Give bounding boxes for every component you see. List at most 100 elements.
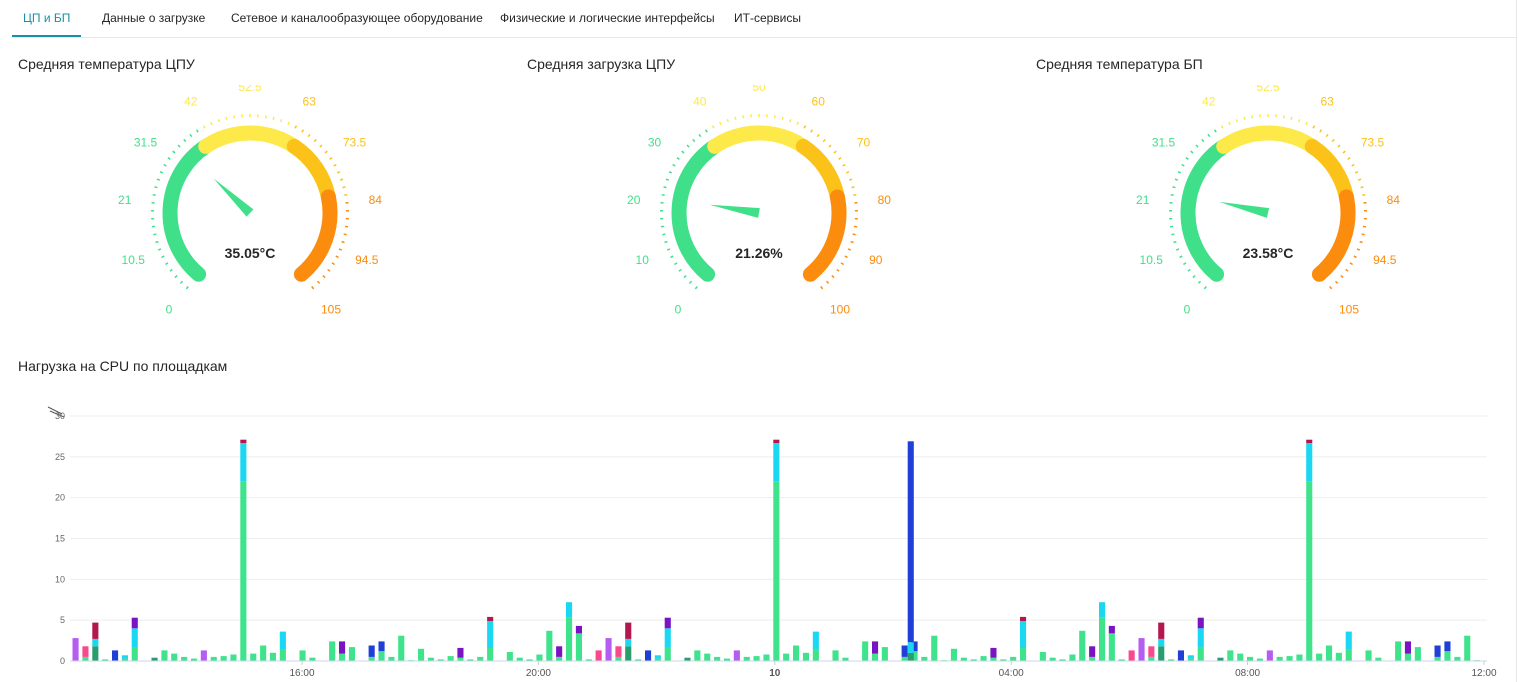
chart-bar-segment[interactable] xyxy=(1434,656,1441,661)
chart-bar-segment[interactable] xyxy=(457,647,464,658)
chart-bar-segment[interactable] xyxy=(901,656,908,661)
chart-bar-segment[interactable] xyxy=(595,650,602,661)
tab-it-services[interactable]: ИТ-сервисы xyxy=(734,0,801,36)
chart-bar-segment[interactable] xyxy=(1335,652,1342,661)
chart-bar-segment[interactable] xyxy=(477,656,484,661)
chart-bar-segment[interactable] xyxy=(773,442,780,482)
chart-bar-segment[interactable] xyxy=(1434,645,1441,657)
chart-bar-segment[interactable] xyxy=(1464,635,1471,661)
chart-bar-segment[interactable] xyxy=(1079,630,1086,661)
chart-bar-segment[interactable] xyxy=(566,602,573,618)
chart-bar-segment[interactable] xyxy=(131,628,138,648)
chart-bar-segment[interactable] xyxy=(556,656,563,661)
chart-bar-segment[interactable] xyxy=(907,441,914,643)
chart-bar-segment[interactable] xyxy=(339,653,346,661)
chart-bar-segment[interactable] xyxy=(907,652,914,661)
chart-bar-segment[interactable] xyxy=(92,646,99,661)
chart-bar-segment[interactable] xyxy=(645,650,652,661)
chart-bar-segment[interactable] xyxy=(181,656,188,661)
chart-bar-segment[interactable] xyxy=(733,650,740,661)
chart-bar-segment[interactable] xyxy=(1177,650,1184,661)
chart-bar-segment[interactable] xyxy=(901,645,908,657)
chart-bar-segment[interactable] xyxy=(743,656,750,661)
chart-bar-segment[interactable] xyxy=(487,621,494,648)
chart-bar-segment[interactable] xyxy=(1010,656,1017,661)
chart-bar-segment[interactable] xyxy=(1197,647,1204,661)
chart-bar-segment[interactable] xyxy=(990,647,997,658)
tab-network-equipment[interactable]: Сетевое и каналообразующее оборудование xyxy=(231,0,483,36)
chart-bar-segment[interactable] xyxy=(378,651,385,661)
chart-bar-segment[interactable] xyxy=(1020,647,1027,661)
chart-bar-segment[interactable] xyxy=(131,647,138,661)
chart-bar-segment[interactable] xyxy=(980,656,987,661)
tab-load-data[interactable]: Данные о загрузке xyxy=(102,0,205,36)
chart-bar-segment[interactable] xyxy=(625,638,632,647)
chart-bar-segment[interactable] xyxy=(1395,641,1402,661)
tab-interfaces[interactable]: Физические и логические интерфейсы xyxy=(500,0,715,36)
chart-bar-segment[interactable] xyxy=(714,656,721,661)
chart-bar-segment[interactable] xyxy=(1158,646,1165,661)
chart-bar-segment[interactable] xyxy=(112,650,119,661)
chart-bar-segment[interactable] xyxy=(378,641,385,652)
chart-bar-segment[interactable] xyxy=(615,646,622,657)
chart-bar-segment[interactable] xyxy=(1404,641,1411,654)
chart-bar-segment[interactable] xyxy=(654,655,661,659)
chart-bar-segment[interactable] xyxy=(230,654,237,662)
chart-bar-segment[interactable] xyxy=(1039,652,1046,661)
chart-bar-segment[interactable] xyxy=(1306,442,1313,482)
chart-bar-segment[interactable] xyxy=(92,638,99,647)
chart-bar-segment[interactable] xyxy=(200,650,207,661)
chart-bar-segment[interactable] xyxy=(1316,653,1323,661)
chart-bar-segment[interactable] xyxy=(279,631,286,650)
chart-bar-segment[interactable] xyxy=(1099,617,1106,661)
chart-bar-segment[interactable] xyxy=(240,442,247,482)
chart-bar-segment[interactable] xyxy=(299,650,306,661)
chart-bar-segment[interactable] xyxy=(605,638,612,661)
chart-bar-segment[interactable] xyxy=(1138,638,1145,661)
chart-bar-segment[interactable] xyxy=(1187,655,1194,659)
chart-bar-segment[interactable] xyxy=(240,481,247,661)
chart-bar-segment[interactable] xyxy=(1020,621,1027,648)
chart-bar-segment[interactable] xyxy=(260,645,267,662)
chart-bar-segment[interactable] xyxy=(1404,653,1411,661)
chart-bar-segment[interactable] xyxy=(881,647,888,661)
chart-bar-segment[interactable] xyxy=(279,649,286,661)
chart-bar-segment[interactable] xyxy=(161,650,168,661)
chart-bar-segment[interactable] xyxy=(1444,641,1451,652)
chart-bar-segment[interactable] xyxy=(1148,656,1155,661)
chart-bar-segment[interactable] xyxy=(131,617,138,629)
chart-bar-segment[interactable] xyxy=(704,653,711,661)
chart-bar-segment[interactable] xyxy=(664,628,671,648)
chart-bar-segment[interactable] xyxy=(664,647,671,661)
chart-bar-segment[interactable] xyxy=(388,656,395,661)
chart-bar-segment[interactable] xyxy=(1306,481,1313,661)
chart-bar-segment[interactable] xyxy=(1276,656,1283,661)
chart-bar-segment[interactable] xyxy=(872,653,879,661)
chart-bar-segment[interactable] xyxy=(1148,646,1155,657)
chart-bar-segment[interactable] xyxy=(1444,651,1451,661)
chart-bar-segment[interactable] xyxy=(250,653,257,661)
chart-bar-segment[interactable] xyxy=(1345,649,1352,661)
chart-bar-segment[interactable] xyxy=(625,622,632,639)
chart-bar-segment[interactable] xyxy=(812,649,819,661)
chart-bar-segment[interactable] xyxy=(240,439,247,443)
chart-bar-segment[interactable] xyxy=(339,641,346,654)
chart-bar-segment[interactable] xyxy=(907,642,914,653)
chart-bar-segment[interactable] xyxy=(1365,650,1372,661)
chart-bar-segment[interactable] xyxy=(487,616,494,621)
chart-bar-segment[interactable] xyxy=(1197,628,1204,648)
chart-bar-segment[interactable] xyxy=(447,656,454,661)
chart-bar-segment[interactable] xyxy=(269,652,276,661)
chart-bar-segment[interactable] xyxy=(72,638,79,661)
chart-bar-segment[interactable] xyxy=(1227,650,1234,661)
chart-bar-segment[interactable] xyxy=(872,641,879,654)
chart-bar-segment[interactable] xyxy=(575,633,582,661)
chart-bar-segment[interactable] xyxy=(1326,645,1333,662)
chart-bar-segment[interactable] xyxy=(773,439,780,443)
chart-bar-segment[interactable] xyxy=(812,631,819,650)
chart-bar-segment[interactable] xyxy=(1069,654,1076,662)
chart-bar-segment[interactable] xyxy=(1197,617,1204,629)
chart-bar-segment[interactable] xyxy=(556,646,563,657)
chart-bar-segment[interactable] xyxy=(418,648,425,662)
chart-bar-segment[interactable] xyxy=(1454,656,1461,661)
